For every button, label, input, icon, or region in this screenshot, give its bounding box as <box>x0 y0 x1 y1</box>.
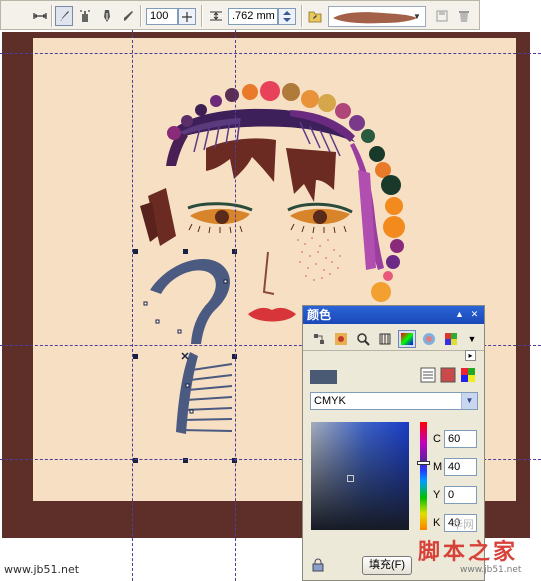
lock-icon[interactable] <box>311 558 325 572</box>
chevron-down-icon[interactable]: ▼ <box>461 393 477 409</box>
browse-folder-icon[interactable] <box>306 6 324 26</box>
color-model-select[interactable]: CMYK ▼ <box>310 392 478 410</box>
stroke-width-input[interactable]: .762 mm <box>228 8 278 25</box>
label-m: M <box>433 461 443 473</box>
save-stroke-icon[interactable] <box>433 6 451 26</box>
yellow-input[interactable]: 0 <box>444 486 477 504</box>
collapse-icon[interactable]: ▲ <box>454 309 465 320</box>
expand-icon[interactable]: ▸ <box>465 350 476 361</box>
color-picker-square[interactable] <box>311 422 409 530</box>
current-color-swatch <box>310 370 337 384</box>
watermark-logo-url: www.jb51.net <box>460 565 522 575</box>
calligraphy-pen-icon[interactable] <box>98 6 116 26</box>
color-model-value: CMYK <box>314 395 346 407</box>
pressure-pen-icon[interactable] <box>119 6 137 26</box>
swap-color-icon[interactable] <box>440 367 456 383</box>
watermark-faint: 华网 <box>452 518 474 531</box>
docker-menu-icon[interactable]: ▼ <box>466 332 478 346</box>
close-icon[interactable]: ✕ <box>469 309 480 320</box>
bone-icon[interactable] <box>31 6 49 26</box>
watermark-logo: 脚本之家 <box>418 540 519 565</box>
sprayer-icon[interactable] <box>76 6 94 26</box>
color-harmony-icon[interactable] <box>420 330 438 348</box>
property-bar: 100 .762 mm ▼ <box>0 0 480 30</box>
label-c: C <box>433 433 441 445</box>
stroke-width-icon <box>207 6 225 26</box>
width-input[interactable]: 100 <box>146 8 178 25</box>
label-y: Y <box>433 489 441 501</box>
color-options-icon[interactable] <box>420 367 436 383</box>
guide-line[interactable] <box>132 30 133 581</box>
watermark-url: www.jb51.net <box>4 563 80 576</box>
brush-icon[interactable] <box>55 6 73 26</box>
cyan-input[interactable]: 60 <box>444 430 477 448</box>
magenta-input[interactable]: 40 <box>444 458 477 476</box>
color-palettes-icon[interactable] <box>332 330 350 348</box>
picker-marker[interactable] <box>347 475 354 482</box>
hue-slider[interactable] <box>420 422 427 530</box>
label-k: K <box>433 517 441 529</box>
color-blend-icon[interactable] <box>376 330 394 348</box>
color-eyedropper-icon[interactable] <box>354 330 372 348</box>
guide-line[interactable] <box>235 30 236 581</box>
brush-stroke-preview[interactable]: ▼ <box>328 6 426 27</box>
guide-line[interactable] <box>0 53 541 54</box>
delete-stroke-icon[interactable] <box>455 6 473 26</box>
stroke-width-spinner[interactable] <box>278 8 296 25</box>
docker-title-text: 颜色 <box>307 308 332 322</box>
chevron-down-icon[interactable]: ▼ <box>411 10 423 23</box>
lock-ratio-icon[interactable] <box>178 8 196 25</box>
color-grid-icon[interactable] <box>442 330 460 348</box>
palette-options-icon[interactable] <box>460 367 476 383</box>
hue-slider-thumb[interactable] <box>417 461 430 465</box>
color-model-icon[interactable] <box>398 330 416 348</box>
color-viewers-icon[interactable] <box>310 330 328 348</box>
fill-button[interactable]: 填充(F) <box>362 556 412 575</box>
